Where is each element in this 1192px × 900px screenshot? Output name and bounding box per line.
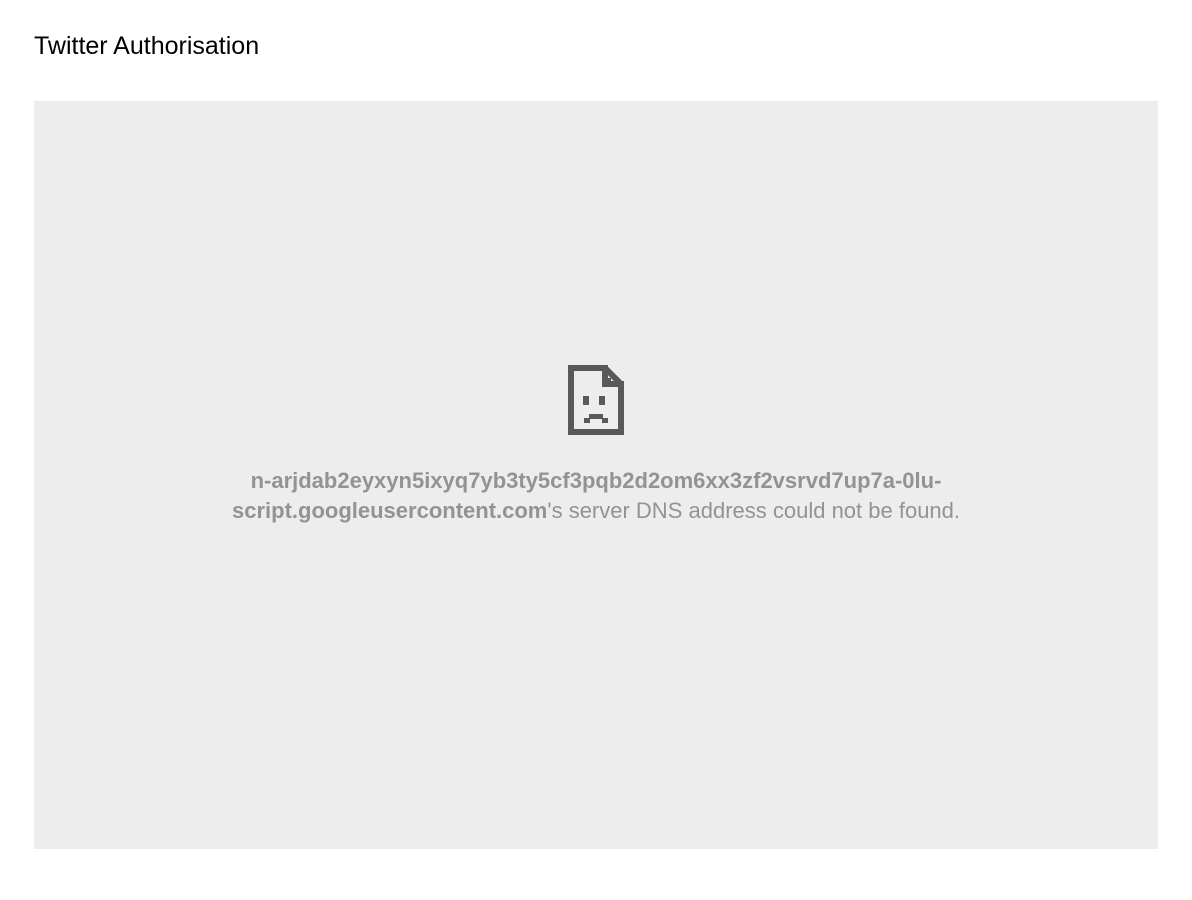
error-message: n-arjdab2eyxyn5ixyq7yb3ty5cf3pqb2d2om6xx… [146,466,1046,525]
error-suffix: 's server DNS address could not be found… [547,498,960,523]
page-title: Twitter Authorisation [0,0,1192,61]
error-panel: n-arjdab2eyxyn5ixyq7yb3ty5cf3pqb2d2om6xx… [34,101,1158,849]
sad-document-icon [567,364,625,436]
